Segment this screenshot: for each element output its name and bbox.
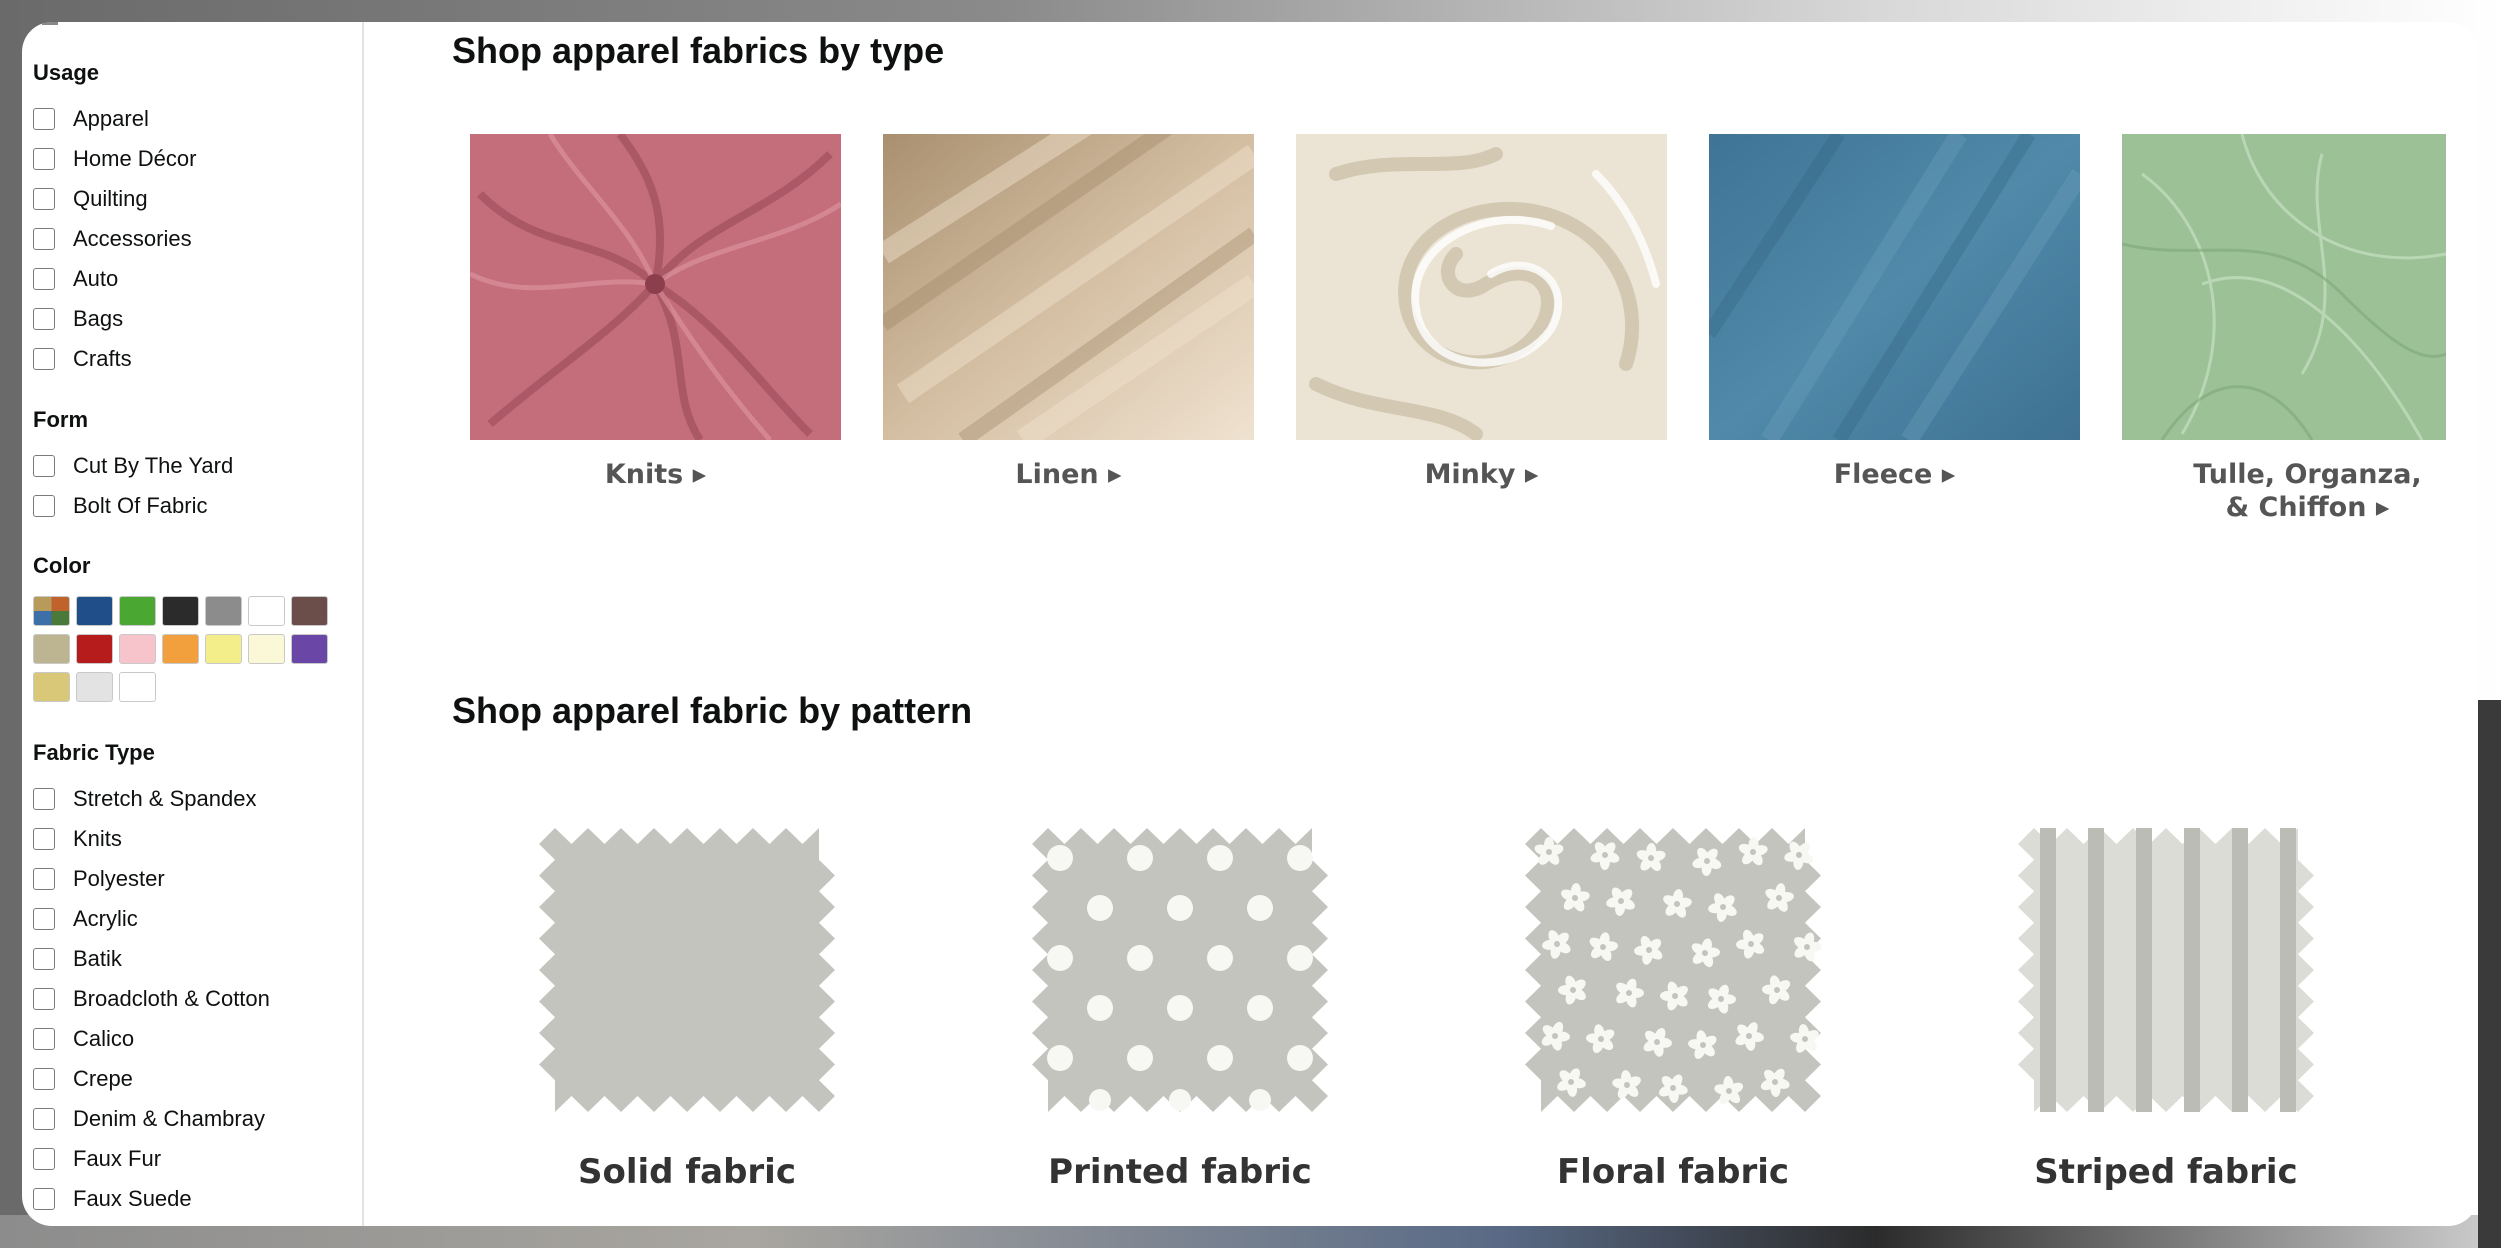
beige-swatch[interactable] — [33, 634, 70, 664]
fabric-type-option-crepe[interactable]: Crepe — [33, 1065, 133, 1093]
usage-option-apparel[interactable]: Apparel — [33, 105, 149, 133]
tulle-fabric-image[interactable] — [2122, 134, 2446, 440]
usage-option-home-decor[interactable]: Home Décor — [33, 145, 196, 173]
knits-fabric-image[interactable] — [470, 134, 841, 440]
form-option-cut-by-the-yard[interactable]: Cut By The Yard — [33, 452, 233, 480]
main-content: Shop apparel fabrics by type Knits ▸ Lin… — [364, 22, 2478, 1226]
multi-color-swatch[interactable] — [33, 596, 70, 626]
checkbox[interactable] — [33, 268, 55, 290]
checkbox[interactable] — [33, 1148, 55, 1170]
checkbox[interactable] — [33, 1068, 55, 1090]
minky-fabric-image[interactable] — [1296, 134, 1667, 440]
linen-fabric-image[interactable] — [883, 134, 1254, 440]
patterns-section-title: Shop apparel fabric by pattern — [452, 690, 973, 731]
usage-title: Usage — [33, 60, 100, 85]
gray-swatch[interactable] — [205, 596, 242, 626]
pink-swatch[interactable] — [119, 634, 156, 664]
form-title: Form — [33, 407, 88, 432]
fabric-type-option-broadcloth-cotton[interactable]: Broadcloth & Cotton — [33, 985, 270, 1013]
fabric-type-option-denim-chambray[interactable]: Denim & Chambray — [33, 1105, 265, 1133]
usage-option-accessories[interactable]: Accessories — [33, 225, 192, 253]
striped-fabric-icon[interactable] — [2018, 828, 2314, 1112]
minky-link[interactable]: Minky ▸ — [1296, 458, 1667, 491]
fabric-type-option-faux-fur[interactable]: Faux Fur — [33, 1145, 161, 1173]
checkbox[interactable] — [33, 908, 55, 930]
fleece-link[interactable]: Fleece ▸ — [1709, 458, 2080, 491]
filter-sidebar: Usage Apparel Home Décor Quilting Access… — [22, 22, 364, 1226]
fleece-fabric-image[interactable] — [1709, 134, 2080, 440]
scroll-indicator — [42, 22, 58, 25]
orange-swatch[interactable] — [162, 634, 199, 664]
checkbox[interactable] — [33, 868, 55, 890]
color-title: Color — [33, 553, 91, 578]
purple-swatch[interactable] — [291, 634, 328, 664]
fabric-type-option-batik[interactable]: Batik — [33, 945, 122, 973]
green-swatch[interactable] — [119, 596, 156, 626]
printed-fabric-link[interactable]: Printed fabric — [1032, 1152, 1328, 1192]
fabric-shop-panel: Usage Apparel Home Décor Quilting Access… — [22, 22, 2478, 1226]
backdrop-right-strip — [2478, 700, 2501, 1248]
fabric-type-option-polyester[interactable]: Polyester — [33, 865, 165, 893]
fabric-type-option-stretch-spandex[interactable]: Stretch & Spandex — [33, 785, 256, 813]
checkbox[interactable] — [33, 788, 55, 810]
checkbox[interactable] — [33, 1028, 55, 1050]
checkbox[interactable] — [33, 228, 55, 250]
silver-swatch[interactable] — [76, 672, 113, 702]
ivory-swatch[interactable] — [248, 634, 285, 664]
tulle-organza-chiffon-link[interactable]: Tulle, Organza, & Chiffon ▸ — [2122, 458, 2478, 524]
usage-option-crafts[interactable]: Crafts — [33, 345, 132, 373]
checkbox[interactable] — [33, 188, 55, 210]
black-swatch[interactable] — [162, 596, 199, 626]
checkbox[interactable] — [33, 1108, 55, 1130]
yellow-swatch[interactable] — [205, 634, 242, 664]
knits-link[interactable]: Knits ▸ — [470, 458, 841, 491]
checkbox[interactable] — [33, 308, 55, 330]
fabric-type-option-calico[interactable]: Calico — [33, 1025, 134, 1053]
brown-swatch[interactable] — [291, 596, 328, 626]
fabric-type-option-knits[interactable]: Knits — [33, 825, 122, 853]
blue-swatch[interactable] — [76, 596, 113, 626]
checkbox[interactable] — [33, 348, 55, 370]
checkbox[interactable] — [33, 1188, 55, 1210]
checkbox[interactable] — [33, 828, 55, 850]
fabric-type-option-acrylic[interactable]: Acrylic — [33, 905, 138, 933]
checkbox[interactable] — [33, 108, 55, 130]
linen-link[interactable]: Linen ▸ — [883, 458, 1254, 491]
red-swatch[interactable] — [76, 634, 113, 664]
solid-fabric-link[interactable]: Solid fabric — [539, 1152, 835, 1192]
fabric-type-title: Fabric Type — [33, 740, 155, 765]
form-option-bolt-of-fabric[interactable]: Bolt Of Fabric — [33, 492, 207, 520]
usage-option-bags[interactable]: Bags — [33, 305, 123, 333]
checkbox[interactable] — [33, 948, 55, 970]
checkbox[interactable] — [33, 455, 55, 477]
checkbox[interactable] — [33, 988, 55, 1010]
floral-fabric-link[interactable]: Floral fabric — [1525, 1152, 1821, 1192]
usage-option-auto[interactable]: Auto — [33, 265, 118, 293]
checkbox[interactable] — [33, 148, 55, 170]
white-swatch[interactable] — [248, 596, 285, 626]
usage-option-quilting[interactable]: Quilting — [33, 185, 148, 213]
floral-fabric-icon[interactable] — [1525, 828, 1822, 1112]
types-section-title: Shop apparel fabrics by type — [452, 30, 945, 71]
clear-swatch[interactable] — [119, 672, 156, 702]
gold-swatch[interactable] — [33, 672, 70, 702]
checkbox[interactable] — [33, 495, 55, 517]
solid-fabric-icon[interactable] — [539, 828, 835, 1112]
fabric-type-option-faux-suede[interactable]: Faux Suede — [33, 1185, 192, 1213]
printed-fabric-icon[interactable] — [1032, 828, 1328, 1112]
striped-fabric-link[interactable]: Striped fabric — [2018, 1152, 2314, 1192]
